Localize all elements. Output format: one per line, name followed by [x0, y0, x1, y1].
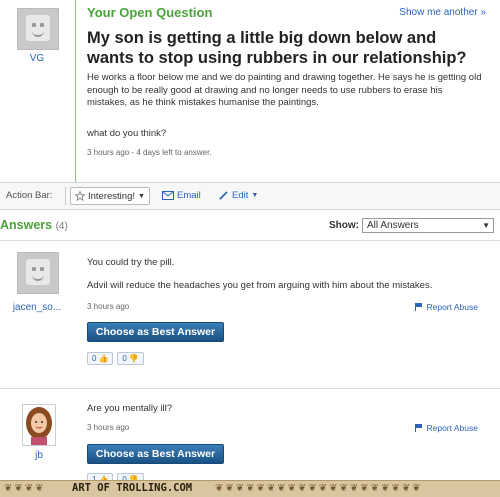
email-label: Email	[177, 189, 201, 201]
watermark-banner: ❦❦❦❦ ART OF TROLLING.COM ❦❦❦❦❦❦❦❦❦❦❦❦❦❦❦…	[0, 480, 500, 497]
answers-title: Answers	[0, 218, 53, 232]
report-abuse-link[interactable]: Report Abuse	[415, 302, 478, 312]
report-abuse-link[interactable]: Report Abuse	[415, 423, 478, 433]
show-another-link[interactable]: Show me another »	[399, 7, 486, 18]
question-ask: what do you think?	[87, 128, 167, 139]
chevron-down-icon: ▼	[138, 192, 145, 200]
question-meta: 3 hours ago - 4 days left to answer.	[87, 148, 212, 157]
answers-count: (4)	[55, 221, 68, 232]
answer-text-line: You could try the pill.	[87, 257, 175, 268]
answer-text-line: Advil will reduce the headaches you get …	[87, 280, 433, 291]
question-title: My son is getting a little big down belo…	[87, 29, 467, 67]
rating-buttons: 0 👍 0 👎	[87, 352, 144, 365]
thumbs-down-count: 0	[122, 354, 127, 363]
interesting-label: Interesting!	[88, 190, 135, 202]
thumbs-up-icon: 👍	[98, 354, 109, 363]
star-icon	[75, 191, 85, 201]
open-question-heading: Your Open Question	[87, 5, 213, 20]
action-bar-divider	[65, 187, 66, 205]
answer-text-line: Are you mentally ill?	[87, 403, 173, 414]
show-filter-value: All Answers	[367, 220, 419, 231]
ornament-icon: ❦❦❦❦❦❦❦❦❦❦❦❦❦❦❦❦❦❦❦❦	[215, 483, 423, 494]
show-filter-label: Show:	[329, 220, 359, 231]
answerer-avatar[interactable]	[22, 404, 56, 446]
answerer-name[interactable]: jacen_so...	[5, 302, 69, 313]
chevron-down-icon: ▼	[482, 221, 490, 230]
answer-meta: 3 hours ago	[87, 302, 130, 311]
thumbs-up-button[interactable]: 0 👍	[87, 352, 114, 365]
answerer-avatar[interactable]	[17, 252, 59, 294]
thumbs-up-count: 0	[92, 354, 97, 363]
question-body: He works a floor below me and we do pain…	[87, 72, 482, 108]
girl-avatar-icon	[26, 407, 52, 445]
asker-name[interactable]: VG	[17, 53, 57, 64]
question-panel: VG Your Open Question Show me another » …	[0, 0, 500, 210]
chevron-down-icon: ▼	[251, 191, 259, 199]
email-button[interactable]: Email	[162, 187, 201, 203]
report-abuse-label: Report Abuse	[426, 423, 478, 433]
flag-icon	[415, 303, 423, 311]
question-left-border	[75, 0, 76, 182]
choose-best-answer-button[interactable]: Choose as Best Answer	[87, 322, 224, 342]
action-bar: Action Bar: Interesting! ▼ Email Edit ▼	[0, 182, 500, 210]
edit-label: Edit	[232, 189, 249, 201]
asker-avatar[interactable]	[17, 8, 59, 50]
watermark-text: ART OF TROLLING.COM	[72, 482, 193, 494]
answerer-name[interactable]: jb	[22, 450, 56, 461]
show-filter-select[interactable]: All Answers ▼	[362, 218, 494, 233]
default-avatar-icon	[26, 15, 50, 41]
interesting-button[interactable]: Interesting! ▼	[70, 187, 150, 205]
thumbs-down-button[interactable]: 0 👎	[117, 352, 144, 365]
envelope-icon	[162, 190, 174, 200]
choose-best-answer-button[interactable]: Choose as Best Answer	[87, 444, 224, 464]
flag-icon	[415, 424, 423, 432]
default-avatar-icon	[26, 259, 50, 285]
answer-divider	[0, 388, 500, 389]
answers-heading: Answers (4)	[0, 218, 68, 232]
thumbs-down-icon: 👎	[128, 354, 139, 363]
report-abuse-label: Report Abuse	[426, 302, 478, 312]
ornament-icon: ❦❦❦❦	[4, 483, 46, 494]
answers-divider	[0, 240, 500, 241]
action-bar-label: Action Bar:	[6, 190, 53, 201]
pencil-icon	[219, 191, 228, 200]
edit-button[interactable]: Edit ▼	[219, 187, 258, 203]
answer-meta: 3 hours ago	[87, 423, 130, 432]
